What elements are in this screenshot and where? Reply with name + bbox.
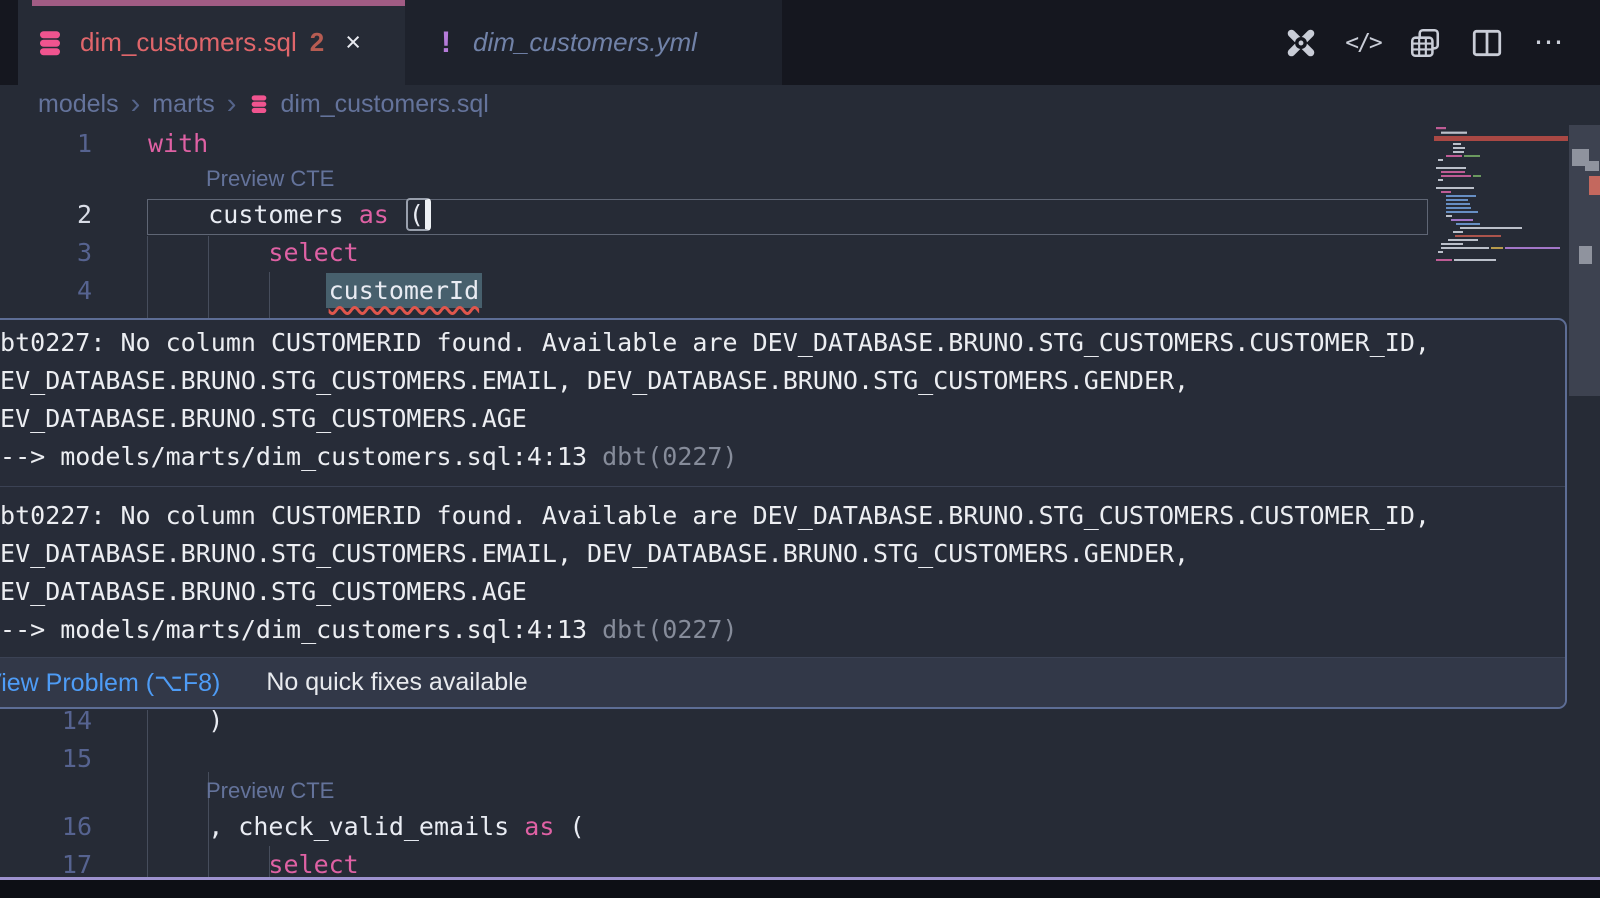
breadcrumb-item-models[interactable]: models bbox=[38, 90, 119, 119]
highlighted-word: customerId bbox=[326, 273, 483, 308]
line-number: 15 bbox=[0, 740, 92, 778]
close-icon[interactable]: × bbox=[345, 27, 361, 58]
tab-problems-badge: 2 bbox=[310, 27, 324, 58]
query-results-icon[interactable] bbox=[1408, 26, 1442, 60]
code-line[interactable]: 3 select bbox=[0, 234, 1600, 272]
code-token bbox=[148, 276, 329, 305]
problem-message-line: --> models/marts/dim_customers.sql:4:13d… bbox=[0, 611, 1549, 649]
code-line-text: customers as ( bbox=[148, 196, 431, 234]
line-number: 1 bbox=[0, 125, 92, 163]
line-number: 16 bbox=[0, 808, 92, 846]
problem-message-line: DEV_DATABASE.BRUNO.STG_CUSTOMERS.AGE bbox=[0, 400, 1549, 438]
breadcrumb-item-file[interactable]: dim_customers.sql bbox=[280, 90, 488, 119]
minimap[interactable] bbox=[1434, 123, 1568, 328]
view-problem-link[interactable]: View Problem (⌥F8) bbox=[0, 668, 220, 698]
ruler-marker bbox=[1585, 161, 1599, 171]
code-token: as bbox=[359, 200, 389, 229]
database-icon bbox=[35, 28, 65, 58]
text-cursor: ( bbox=[406, 198, 431, 231]
code-line-text: with bbox=[148, 125, 208, 163]
code-line[interactable]: 2 customers as ( bbox=[0, 196, 1600, 234]
line-number: 3 bbox=[0, 234, 92, 272]
code-token: customers bbox=[208, 200, 359, 229]
code-token: ) bbox=[208, 706, 223, 735]
chevron-right-icon: › bbox=[227, 94, 237, 114]
problem-message-line: dbt0227: No column CUSTOMERID found. Ava… bbox=[0, 324, 1549, 362]
tab-label: dim_customers.yml bbox=[473, 27, 697, 58]
window-bottom-edge bbox=[0, 880, 1600, 898]
code-line[interactable]: 4 customerId bbox=[0, 272, 1600, 310]
editor-actions: </> ⋯ bbox=[1284, 0, 1566, 85]
code-line[interactable]: 15 bbox=[0, 740, 1600, 778]
breadcrumb: models › marts › dim_customers.sql bbox=[0, 85, 1600, 123]
breadcrumb-item-marts[interactable]: marts bbox=[152, 90, 215, 119]
code-token bbox=[148, 200, 208, 229]
code-line-text: , check_valid_emails as ( bbox=[148, 808, 585, 846]
code-token bbox=[148, 850, 268, 879]
line-number: 4 bbox=[0, 272, 92, 310]
code-token: select bbox=[268, 850, 358, 879]
tab-dim-customers-yml[interactable]: ! dim_customers.yml bbox=[405, 0, 782, 85]
code-line[interactable]: 16 , check_valid_emails as ( bbox=[0, 808, 1600, 846]
code-icon[interactable]: </> bbox=[1346, 26, 1380, 60]
code-lens-preview-cte[interactable]: Preview CTE bbox=[206, 164, 334, 194]
problem-message: dbt0227: No column CUSTOMERID found. Ava… bbox=[0, 487, 1565, 657]
no-quick-fixes-hint: No quick fixes available bbox=[266, 668, 527, 697]
warning-icon: ! bbox=[441, 26, 451, 60]
code-lens-preview-cte[interactable]: Preview CTE bbox=[206, 776, 334, 806]
problem-message-line: dbt0227: No column CUSTOMERID found. Ava… bbox=[0, 497, 1549, 535]
code-token: as bbox=[524, 812, 554, 841]
database-icon bbox=[248, 93, 270, 115]
ruler-marker bbox=[1579, 246, 1592, 264]
more-actions-icon[interactable]: ⋯ bbox=[1532, 26, 1566, 60]
problem-message: dbt0227: No column CUSTOMERID found. Ava… bbox=[0, 320, 1565, 486]
tab-label: dim_customers.sql bbox=[80, 27, 297, 58]
tab-bar: dim_customers.sql 2 × ! dim_customers.ym… bbox=[0, 0, 1600, 85]
tab-dim-customers-sql[interactable]: dim_customers.sql 2 × bbox=[18, 0, 405, 85]
code-line[interactable]: 1 with bbox=[0, 125, 1600, 163]
chevron-right-icon: › bbox=[131, 94, 141, 114]
split-editor-icon[interactable] bbox=[1470, 26, 1504, 60]
ruler-error-marker bbox=[1589, 176, 1600, 195]
code-token: with bbox=[148, 129, 208, 158]
code-line-text: customerId bbox=[148, 272, 479, 310]
problem-source-code: dbt(0227) bbox=[602, 442, 737, 471]
code-token: , check_valid_emails bbox=[148, 812, 524, 841]
code-token bbox=[389, 200, 404, 229]
line-number: 2 bbox=[0, 196, 92, 234]
code-line-text: select bbox=[148, 234, 359, 272]
problem-message-line: DEV_DATABASE.BRUNO.STG_CUSTOMERS.EMAIL, … bbox=[0, 362, 1549, 400]
code-token: select bbox=[268, 238, 358, 267]
code-token bbox=[148, 706, 208, 735]
active-tab-top-border bbox=[32, 0, 427, 6]
vscode-window: dim_customers.sql 2 × ! dim_customers.ym… bbox=[0, 0, 1600, 898]
hover-footer: View Problem (⌥F8) No quick fixes availa… bbox=[0, 657, 1565, 707]
code-token: ( bbox=[554, 812, 584, 841]
dbt-power-user-icon[interactable] bbox=[1284, 26, 1318, 60]
problem-message-line: --> models/marts/dim_customers.sql:4:13d… bbox=[0, 438, 1549, 476]
problem-source-code: dbt(0227) bbox=[602, 615, 737, 644]
problem-message-line: DEV_DATABASE.BRUNO.STG_CUSTOMERS.AGE bbox=[0, 573, 1549, 611]
code-token bbox=[148, 238, 268, 267]
problem-hover-popup: dbt0227: No column CUSTOMERID found. Ava… bbox=[0, 318, 1567, 709]
problem-message-line: DEV_DATABASE.BRUNO.STG_CUSTOMERS.EMAIL, … bbox=[0, 535, 1549, 573]
